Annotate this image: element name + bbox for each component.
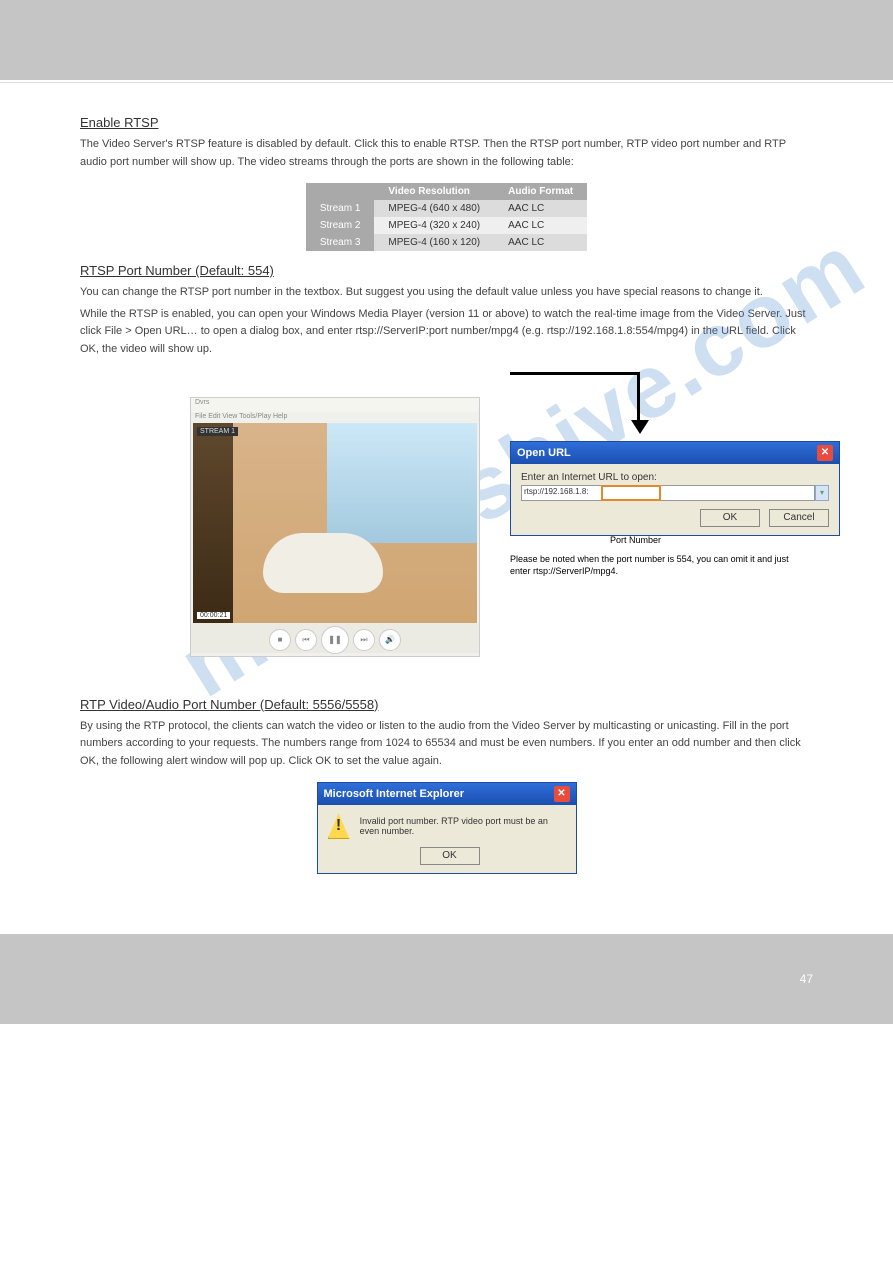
page-content: manualshive.com Enable RTSP The Video Se… — [0, 85, 893, 914]
chevron-down-icon[interactable]: ▾ — [815, 485, 829, 501]
divider — [0, 82, 893, 83]
footer-band: 47 — [0, 934, 893, 1024]
open-url-titlebar: Open URL ✕ — [511, 442, 839, 464]
section-enable-rtsp-title: Enable RTSP — [80, 115, 813, 130]
error-dialog-title-text: Microsoft Internet Explorer — [324, 783, 465, 805]
header-band — [0, 0, 893, 80]
row3-res: MPEG-4 (160 x 120) — [374, 234, 494, 251]
annot-port-number: Port Number — [610, 535, 661, 545]
wmp-pause-button[interactable]: ❚❚ — [321, 626, 349, 654]
page-number: 47 — [800, 972, 813, 986]
row3-audio: AAC LC — [494, 234, 587, 251]
cancel-button[interactable]: Cancel — [769, 509, 829, 527]
row2-label: Stream 2 — [306, 217, 375, 234]
open-url-label: Enter an Internet URL to open: — [521, 472, 829, 483]
row2-res: MPEG-4 (320 x 240) — [374, 217, 494, 234]
wmp-timestamp: 00:00:21 — [197, 612, 230, 619]
wmp-menubar: File Edit View Tools/Play Help — [191, 412, 479, 421]
th-video-res: Video Resolution — [374, 183, 494, 200]
streams-table: Video Resolution Audio Format Stream 1 M… — [306, 183, 587, 251]
open-url-title-text: Open URL — [517, 442, 571, 464]
wmp-mute-button[interactable]: 🔊 — [379, 629, 401, 651]
wmp-stop-button[interactable]: ■ — [269, 629, 291, 651]
url-input-prefix[interactable]: rtsp://192.168.1.8: — [521, 485, 601, 501]
url-input-rest[interactable] — [661, 485, 815, 501]
error-dialog: Microsoft Internet Explorer ✕ ! Invalid … — [317, 782, 577, 874]
error-dialog-titlebar: Microsoft Internet Explorer ✕ — [318, 783, 576, 805]
error-message: Invalid port number. RTP video port must… — [360, 816, 566, 836]
wmp-video-area: STREAM 1 00:00:21 — [193, 423, 477, 623]
row2-audio: AAC LC — [494, 217, 587, 234]
wmp-player-window: Dvrs File Edit View Tools/Play Help STRE… — [190, 397, 480, 657]
wmp-titlebar: Dvrs — [191, 398, 479, 412]
th-audio-format: Audio Format — [494, 183, 587, 200]
ok-button[interactable]: OK — [700, 509, 760, 527]
close-icon[interactable]: ✕ — [817, 445, 833, 461]
open-url-input-row: rtsp://192.168.1.8: ▾ — [521, 485, 829, 501]
open-url-dialog: Open URL ✕ Enter an Internet URL to open… — [510, 441, 840, 536]
row3-label: Stream 3 — [306, 234, 375, 251]
row1-audio: AAC LC — [494, 200, 587, 217]
section-rtsp-port-para1: You can change the RTSP port number in t… — [80, 284, 813, 302]
section-rtsp-port-para2: While the RTSP is enabled, you can open … — [80, 306, 813, 359]
wmp-controls: ■ ⏮ ❚❚ ⏭ 🔊 — [191, 623, 479, 653]
section-rtp-port-para: By using the RTP protocol, the clients c… — [80, 718, 813, 771]
url-input-port-highlight[interactable] — [601, 485, 661, 501]
annot-omit-note: Please be noted when the port number is … — [510, 553, 810, 578]
section-rtsp-port-title: RTSP Port Number (Default: 554) — [80, 263, 813, 278]
row1-res: MPEG-4 (640 x 480) — [374, 200, 494, 217]
wmp-prev-button[interactable]: ⏮ — [295, 629, 317, 651]
section-enable-rtsp-para: The Video Server's RTSP feature is disab… — [80, 136, 813, 171]
wmp-next-button[interactable]: ⏭ — [353, 629, 375, 651]
close-icon[interactable]: ✕ — [554, 786, 570, 802]
error-ok-button[interactable]: OK — [420, 847, 480, 865]
row1-label: Stream 1 — [306, 200, 375, 217]
stream-overlay-label: STREAM 1 — [197, 427, 238, 436]
th-blank — [306, 183, 375, 200]
wmp-illustration: Dvrs File Edit View Tools/Play Help STRE… — [80, 367, 813, 687]
section-rtp-port-title: RTP Video/Audio Port Number (Default: 55… — [80, 697, 813, 712]
callout-arrow — [510, 372, 690, 452]
warning-icon: ! — [328, 813, 350, 839]
